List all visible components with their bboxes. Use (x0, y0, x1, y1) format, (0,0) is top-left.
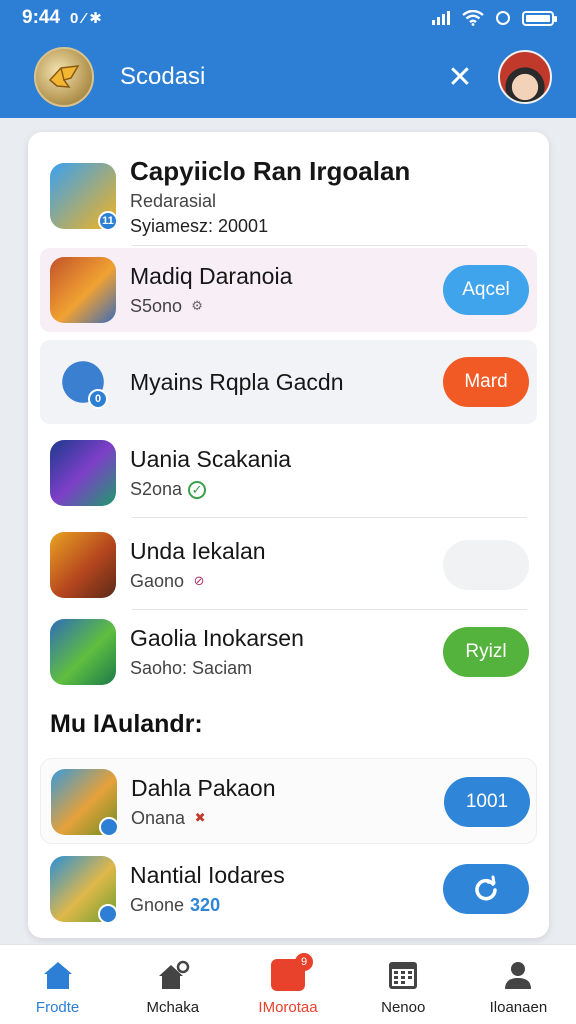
helmet-logo-icon (48, 65, 80, 88)
nav-item-nenoo[interactable]: Nenoo (346, 945, 461, 1024)
app-badge: 0 (88, 389, 108, 409)
nav-item-mchaka[interactable]: Mchaka (115, 945, 230, 1024)
notification-badge: 9 (295, 953, 313, 971)
nav-item-morotaa[interactable]: 9 IMorotaa (230, 945, 345, 1024)
blocked-icon: ⊘ (193, 572, 205, 588)
app-subtitle: Gnone (130, 895, 185, 915)
refresh-button[interactable] (443, 864, 529, 914)
app-action-button[interactable] (443, 540, 529, 590)
status-bar: 9:44 0 ⁄ ✱ (0, 0, 576, 36)
app-icon (50, 532, 116, 598)
app-icon (50, 257, 116, 323)
app-action-button[interactable]: 1001 (444, 777, 530, 827)
user-avatar[interactable] (498, 50, 552, 104)
person-icon (505, 962, 532, 989)
crossed-swords-icon: ✖ (194, 809, 206, 825)
app-title: Gaolia Inokarsen (130, 625, 304, 651)
featured-app-icon: 11 (50, 163, 118, 231)
nav-label: Nenoo (381, 999, 426, 1016)
app-title: Uania Scakania (130, 446, 292, 472)
status-notification-icons: 0 ⁄ ✱ (70, 10, 102, 27)
featured-app-title: Capyiiclo Ran Irgoalan (130, 155, 411, 186)
app-subtitle: S5ono (130, 296, 183, 316)
app-title: Myains Rqpla Gacdn (130, 368, 344, 395)
app-action-button[interactable]: Mard (443, 357, 529, 407)
cellular-signal-icon (432, 11, 450, 25)
list-item[interactable]: 0 Myains Rqpla Gacdn Mard (40, 340, 537, 424)
house-settings-icon (158, 960, 190, 989)
list-item[interactable]: Unda Iekalan Gaono ⊘ (40, 520, 537, 610)
bottom-navigation: Frodte Mchaka 9 IMorotaa Nenoo Iloanaen (0, 944, 576, 1024)
app-title: Madiq Daranoia (130, 263, 293, 289)
app-icon (50, 619, 116, 685)
app-subtitle: Gaono (130, 571, 185, 591)
app-title: Dahla Pakaon (131, 775, 276, 801)
app-subtitle: S2ona (130, 479, 183, 499)
app-header: Scodasi ✕ (0, 36, 576, 118)
list-item[interactable]: Nantial Iodares Gnone 320 (40, 846, 537, 932)
wifi-icon (462, 10, 484, 26)
close-button[interactable]: ✕ (440, 60, 480, 95)
nav-label: Mchaka (146, 999, 200, 1016)
nav-label: Iloanaen (489, 999, 548, 1016)
app-subtitle: Saoho: Saciam (130, 658, 253, 678)
gear-icon: ⚙ (191, 297, 203, 313)
app-icon (50, 856, 118, 924)
list-item[interactable]: Gaolia Inokarsen Saoho: Saciam Ryizl (40, 610, 537, 694)
app-icon: 0 (50, 349, 116, 415)
check-icon: ✓ (188, 480, 207, 499)
nav-label: Frodte (35, 999, 80, 1016)
page-title: Scodasi (120, 63, 206, 90)
app-action-button[interactable]: Ryizl (443, 627, 529, 677)
app-subtitle: Onana (131, 808, 186, 828)
section-title: Mu IAulandr: (50, 710, 203, 738)
battery-icon (522, 10, 557, 26)
home-icon (43, 962, 72, 989)
app-icon (51, 769, 119, 837)
app-list-card: 11 Capyiiclo Ran Irgoalan Redarasial Syi… (28, 132, 549, 938)
gift-icon: 9 (271, 953, 313, 991)
list-item[interactable]: Dahla Pakaon Onana ✖ 1001 (40, 758, 537, 844)
sync-status-icon (496, 11, 510, 25)
app-logo[interactable] (34, 47, 94, 107)
app-count: 320 (190, 895, 221, 915)
featured-app-meta: Syiamesz: 20001 (130, 215, 269, 236)
app-title: Unda Iekalan (130, 538, 266, 564)
refresh-icon (475, 875, 497, 901)
calendar-icon (389, 962, 418, 989)
app-title: Nantial Iodares (130, 862, 285, 888)
featured-app-subtitle: Redarasial (130, 190, 217, 211)
app-action-button[interactable]: Aqcel (443, 265, 529, 315)
app-badge: 11 (98, 211, 118, 231)
app-badge (99, 817, 119, 837)
list-item[interactable]: Uania Scakania S2ona ✓ (40, 428, 537, 518)
nav-label: IMorotaa (258, 999, 318, 1016)
app-badge (98, 904, 118, 924)
nav-item-home[interactable]: Frodte (0, 945, 115, 1024)
app-icon (50, 440, 116, 506)
featured-app[interactable]: 11 Capyiiclo Ran Irgoalan Redarasial Syi… (40, 146, 537, 246)
status-time: 9:44 (22, 7, 61, 28)
list-item[interactable]: Madiq Daranoia S5ono ⚙ Aqcel (40, 248, 537, 332)
nav-item-profile[interactable]: Iloanaen (461, 945, 576, 1024)
